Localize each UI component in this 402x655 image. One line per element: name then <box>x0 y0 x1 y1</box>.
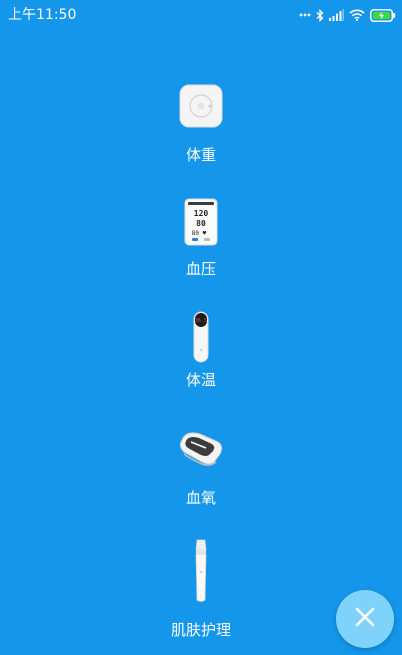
pulse-oximeter-icon <box>178 424 224 468</box>
device-label: 血压 <box>185 260 216 278</box>
device-label: 血氧 <box>185 489 216 507</box>
device-item-blood-oxygen[interactable]: 血氧 <box>0 422 402 510</box>
wifi-icon <box>349 9 365 21</box>
bluetooth-icon <box>316 8 324 22</box>
battery-charging-icon <box>370 8 396 22</box>
signal-strength-icon <box>329 9 344 21</box>
device-label: 体温 <box>185 371 216 389</box>
svg-text:80 ♥: 80 ♥ <box>192 230 207 237</box>
device-item-weight[interactable]: 体重 <box>0 82 402 170</box>
blood-pressure-monitor-icon: 120 80 80 ♥ <box>184 198 218 246</box>
skin-care-brush-icon <box>191 538 211 604</box>
status-icons <box>299 7 396 23</box>
svg-text:80: 80 <box>196 219 206 228</box>
close-icon <box>354 606 376 632</box>
weight-scale-icon <box>179 84 223 128</box>
device-picker-screen: 上午11:50 体重 120 80 80 ♥ 血压 36.5 体温 血氧 肌肤护… <box>0 0 402 655</box>
device-label: 体重 <box>185 146 216 164</box>
thermometer-icon: 36.5 <box>192 308 210 364</box>
svg-text:120: 120 <box>194 209 209 218</box>
device-item-temperature[interactable]: 36.5 体温 <box>0 306 402 394</box>
svg-text:36.5: 36.5 <box>195 318 207 324</box>
status-bar: 上午11:50 <box>0 0 402 30</box>
notification-dots-icon <box>299 13 311 17</box>
close-button[interactable] <box>336 590 394 648</box>
status-time: 上午11:50 <box>8 7 77 23</box>
device-item-blood-pressure[interactable]: 120 80 80 ♥ 血压 <box>0 196 402 284</box>
